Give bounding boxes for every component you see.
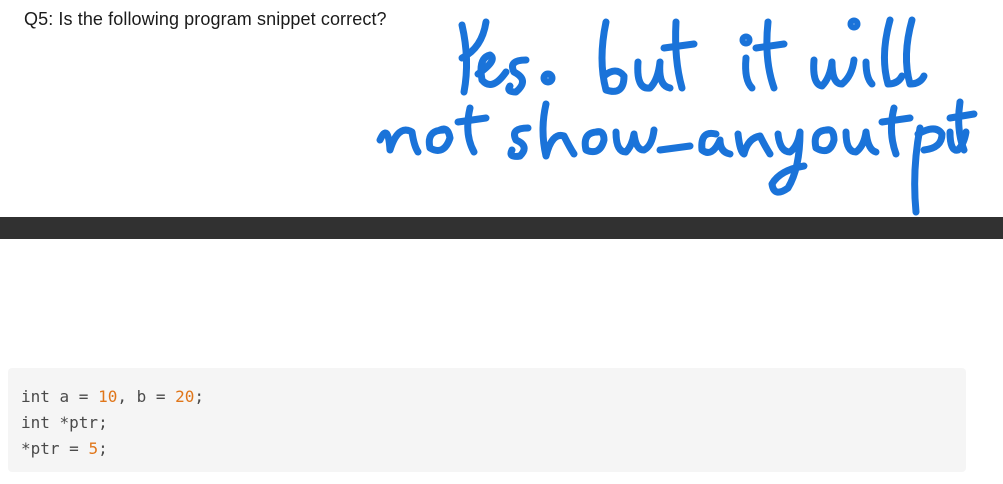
divider-bar bbox=[0, 217, 1003, 239]
code-number: 5 bbox=[88, 439, 99, 458]
question-text: Q5: Is the following program snippet cor… bbox=[24, 9, 387, 29]
code-line-1: int a = 10, b = 20; bbox=[21, 384, 966, 410]
code-number: 10 bbox=[98, 387, 118, 406]
code-token: int *ptr; bbox=[21, 413, 108, 432]
handwritten-answer bbox=[360, 0, 980, 218]
code-token: ; bbox=[194, 387, 205, 406]
code-token: ; bbox=[98, 439, 108, 458]
code-token: int a = bbox=[21, 387, 99, 406]
code-number: 20 bbox=[175, 387, 195, 406]
code-token: , b = bbox=[117, 387, 176, 406]
code-line-3: *ptr = 5; bbox=[21, 436, 966, 462]
code-block: int a = 10, b = 20; int *ptr; *ptr = 5; bbox=[8, 368, 966, 472]
code-line-2: int *ptr; bbox=[21, 410, 966, 436]
page: Q5: Is the following program snippet cor… bbox=[0, 0, 1003, 484]
code-token: *ptr = bbox=[21, 439, 89, 458]
